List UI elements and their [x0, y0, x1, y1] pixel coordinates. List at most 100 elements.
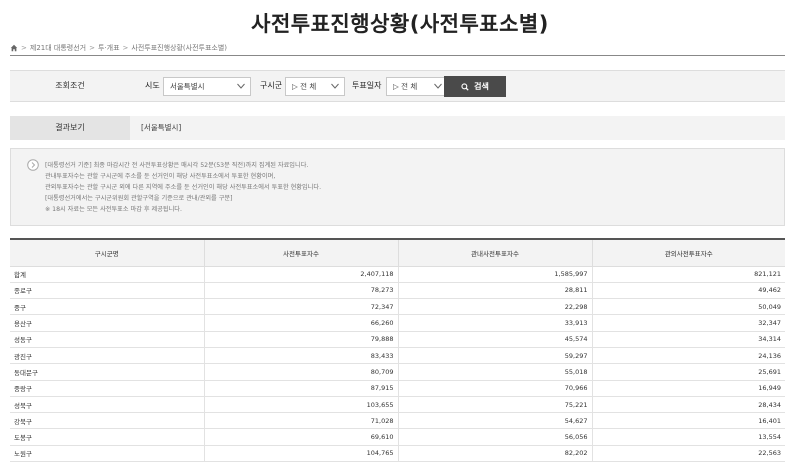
- district-cell: 종로구: [10, 282, 204, 300]
- breadcrumb-separator: >: [122, 44, 129, 52]
- notice-box: [대통령선거 기준] 최종 마감시간 전 사전투표상황은 매시각 52분(53분…: [10, 148, 785, 226]
- table-row: 성북구 103,655 75,221 28,434: [10, 396, 785, 414]
- in-district-voters-cell: 59,297: [397, 347, 592, 365]
- in-district-voters-cell: 45,574: [397, 331, 592, 348]
- district-cell: 노원구: [10, 445, 204, 463]
- column-header-out-district-voters: 관외사전투표자수: [591, 238, 785, 267]
- table-row: 동대문구 80,709 55,018 25,691: [10, 363, 785, 381]
- in-district-voters-cell: 75,221: [397, 396, 592, 414]
- district-cell: 용산구: [10, 314, 204, 332]
- early-voters-cell: 72,347: [203, 298, 398, 316]
- search-button-label: 검색: [474, 82, 489, 91]
- district-cell: 강북구: [10, 412, 204, 430]
- date-select[interactable]: ▷ 전 체: [386, 77, 448, 96]
- table-row: 강북구 71,028 54,627 16,401: [10, 412, 785, 430]
- breadcrumb-item-counting[interactable]: 투·개표: [98, 43, 120, 53]
- notice-line: [대통령선거에서는 구시군위원회 관할구역을 기준으로 관내/관외를 구분]: [45, 195, 233, 202]
- in-district-voters-cell: 82,202: [397, 445, 592, 463]
- sido-label: 시도: [145, 81, 160, 90]
- out-district-voters-cell: 22,563: [591, 445, 785, 463]
- early-voters-cell: 2,407,118: [203, 266, 398, 283]
- sido-select-value: 서울특별시: [170, 82, 205, 91]
- district-cell: 성동구: [10, 331, 204, 348]
- notice-line: ※ 18시 자료는 모든 사전투표소 마감 후 제공됩니다.: [45, 206, 182, 213]
- result-region: [서울특별시]: [141, 123, 182, 132]
- breadcrumb: > 제21대 대통령선거 > 투·개표 > 사전투표진행상황(사전투표소별): [10, 43, 227, 53]
- breadcrumb-separator: >: [89, 44, 95, 52]
- in-district-voters-cell: 28,811: [397, 282, 592, 300]
- breadcrumb-item-current[interactable]: 사전투표진행상황(사전투표소별): [131, 43, 227, 53]
- page-title: 사전투표진행상황(사전투표소별): [251, 12, 549, 36]
- early-voters-cell: 104,765: [203, 445, 398, 463]
- table-row: 성동구 79,888 45,574 34,314: [10, 331, 785, 348]
- in-district-voters-cell: 33,913: [397, 314, 592, 332]
- district-cell: 광진구: [10, 347, 204, 365]
- sigungu-label: 구시군: [260, 81, 283, 90]
- table-row: 중구 72,347 22,298 50,049: [10, 298, 785, 316]
- table-row: 종로구 78,273 28,811 49,462: [10, 282, 785, 300]
- column-header-in-district-voters: 관내사전투표자수: [397, 238, 592, 267]
- table-row: 도봉구 69,610 56,056 13,554: [10, 428, 785, 446]
- date-label: 투표일자: [352, 81, 382, 90]
- in-district-voters-cell: 70,966: [397, 380, 592, 397]
- breadcrumb-separator: >: [21, 44, 27, 52]
- title-divider: [10, 55, 785, 56]
- district-cell: 동대문구: [10, 363, 204, 381]
- chevron-down-icon: [434, 83, 442, 89]
- breadcrumb-item-election[interactable]: 제21대 대통령선거: [30, 43, 86, 53]
- early-voters-cell: 103,655: [203, 396, 398, 414]
- column-header-district: 구시군명: [10, 238, 204, 267]
- out-district-voters-cell: 32,347: [591, 314, 785, 332]
- table-row: 노원구 104,765 82,202 22,563: [10, 445, 785, 463]
- in-district-voters-cell: 22,298: [397, 298, 592, 316]
- search-panel: 조회조건 시도 서울특별시 구시군 ▷ 전 체 투표일자 ▷ 전 체 검색: [10, 70, 785, 102]
- early-voters-cell: 83,433: [203, 347, 398, 365]
- notice-line: 관외투표자수는 관할 구시군 외에 다른 지역에 주소를 둔 선거인이 해당 사…: [45, 184, 322, 191]
- chevron-down-icon: [331, 83, 339, 89]
- sigungu-select[interactable]: ▷ 전 체: [285, 77, 345, 96]
- search-heading: 조회조건: [55, 81, 85, 90]
- in-district-voters-cell: 55,018: [397, 363, 592, 381]
- early-voters-cell: 80,709: [203, 363, 398, 381]
- in-district-voters-cell: 56,056: [397, 428, 592, 446]
- out-district-voters-cell: 28,434: [591, 396, 785, 414]
- chevron-down-icon: [237, 83, 245, 89]
- search-button[interactable]: 검색: [444, 76, 506, 97]
- out-district-voters-cell: 821,121: [591, 266, 785, 283]
- out-district-voters-cell: 13,554: [591, 428, 785, 446]
- table-header-row: 구시군명 사전투표자수 관내사전투표자수 관외사전투표자수: [10, 238, 785, 267]
- chevron-right-circle-icon: [27, 159, 39, 171]
- out-district-voters-cell: 16,401: [591, 412, 785, 430]
- notice-line: [대통령선거 기준] 최종 마감시간 전 사전투표상황은 매시각 52분(53분…: [45, 162, 309, 169]
- sido-select[interactable]: 서울특별시: [163, 77, 251, 96]
- table-body: 합계 2,407,118 1,585,997 821,121 종로구 78,273 28,8…: [10, 266, 785, 463]
- home-icon[interactable]: [10, 44, 18, 52]
- early-voters-cell: 71,028: [203, 412, 398, 430]
- notice-line: 관내투표자수는 관할 구시군에 주소를 둔 선거인이 해당 사전투표소에서 투표…: [45, 173, 276, 180]
- table-row: 중랑구 87,915 70,966 16,949: [10, 380, 785, 397]
- table-row: 광진구 83,433 59,297 24,136: [10, 347, 785, 365]
- early-voters-cell: 66,260: [203, 314, 398, 332]
- search-icon: [461, 82, 469, 91]
- district-cell: 합계: [10, 266, 204, 283]
- notice-text: [대통령선거 기준] 최종 마감시간 전 사전투표상황은 매시각 52분(53분…: [45, 160, 321, 215]
- district-cell: 중구: [10, 298, 204, 316]
- result-label: 결과보기: [10, 116, 130, 140]
- early-voters-cell: 78,273: [203, 282, 398, 300]
- table-row: 용산구 66,260 33,913 32,347: [10, 314, 785, 332]
- early-voters-cell: 87,915: [203, 380, 398, 397]
- out-district-voters-cell: 34,314: [591, 331, 785, 348]
- out-district-voters-cell: 50,049: [591, 298, 785, 316]
- out-district-voters-cell: 49,462: [591, 282, 785, 300]
- out-district-voters-cell: 25,691: [591, 363, 785, 381]
- in-district-voters-cell: 54,627: [397, 412, 592, 430]
- out-district-voters-cell: 24,136: [591, 347, 785, 365]
- in-district-voters-cell: 1,585,997: [397, 266, 592, 283]
- early-voters-cell: 69,610: [203, 428, 398, 446]
- district-cell: 도봉구: [10, 428, 204, 446]
- sigungu-select-value: ▷ 전 체: [292, 82, 317, 91]
- early-voters-cell: 79,888: [203, 331, 398, 348]
- date-select-value: ▷ 전 체: [393, 82, 418, 91]
- district-cell: 성북구: [10, 396, 204, 414]
- out-district-voters-cell: 16,949: [591, 380, 785, 397]
